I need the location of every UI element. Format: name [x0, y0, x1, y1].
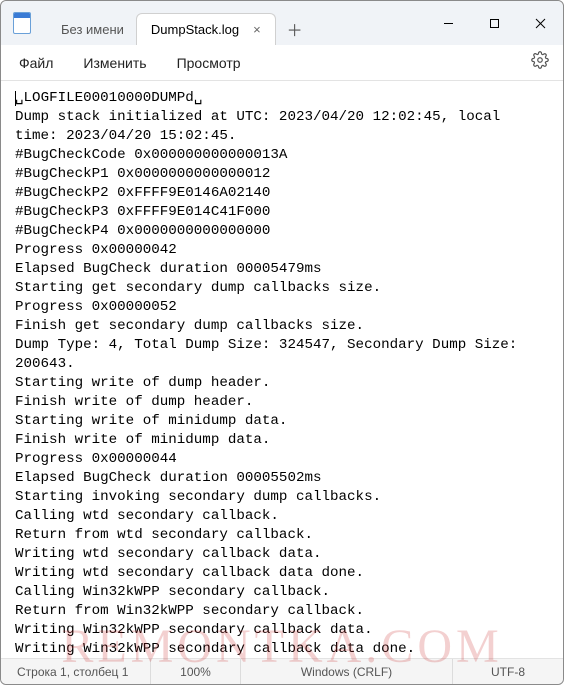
- new-tab-button[interactable]: ＋: [278, 13, 312, 45]
- tab-untitled[interactable]: Без имени: [47, 13, 134, 45]
- menu-file[interactable]: Файл: [15, 51, 57, 75]
- tab-dumpstack[interactable]: DumpStack.log ×: [136, 13, 276, 45]
- minimize-button[interactable]: [425, 1, 471, 45]
- tab-strip: Без имени DumpStack.log × ＋: [43, 1, 425, 45]
- minimize-icon: [443, 18, 454, 29]
- menubar: Файл Изменить Просмотр: [1, 45, 563, 81]
- close-button[interactable]: [517, 1, 563, 45]
- tab-close-icon[interactable]: ×: [249, 20, 265, 39]
- window-control-buttons: [425, 1, 563, 45]
- editor-content: ␣LOGFILE00010000DUMPd␣ Dump stack initia…: [15, 90, 526, 658]
- app-window: Без имени DumpStack.log × ＋ Файл Изменит…: [0, 0, 564, 685]
- status-position: Строка 1, столбец 1: [1, 659, 151, 684]
- menu-edit[interactable]: Изменить: [79, 51, 150, 75]
- plus-icon: ＋: [287, 17, 303, 41]
- statusbar: Строка 1, столбец 1 100% Windows (CRLF) …: [1, 658, 563, 684]
- status-encoding[interactable]: UTF-8: [453, 659, 563, 684]
- titlebar: Без имени DumpStack.log × ＋: [1, 1, 563, 45]
- notepad-icon: [13, 12, 31, 34]
- status-lineending[interactable]: Windows (CRLF): [241, 659, 453, 684]
- status-zoom[interactable]: 100%: [151, 659, 241, 684]
- gear-icon: [531, 51, 549, 69]
- tab-label: Без имени: [61, 22, 124, 37]
- close-icon: [535, 18, 546, 29]
- text-editor[interactable]: ␣LOGFILE00010000DUMPd␣ Dump stack initia…: [1, 81, 563, 658]
- maximize-button[interactable]: [471, 1, 517, 45]
- menu-view[interactable]: Просмотр: [173, 51, 245, 75]
- tab-label: DumpStack.log: [151, 22, 239, 37]
- maximize-icon: [489, 18, 500, 29]
- app-icon: [1, 1, 43, 45]
- settings-button[interactable]: [531, 51, 549, 74]
